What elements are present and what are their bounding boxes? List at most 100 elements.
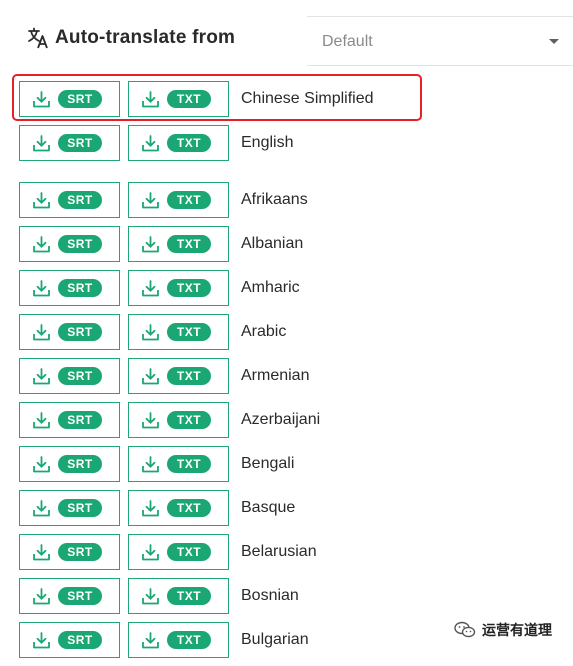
srt-badge: SRT — [58, 323, 102, 341]
download-txt-button[interactable]: TXT — [128, 358, 229, 394]
download-icon — [141, 631, 160, 650]
download-icon — [141, 191, 160, 210]
download-srt-button[interactable]: SRT — [19, 226, 120, 262]
srt-badge: SRT — [58, 90, 102, 108]
download-icon — [32, 543, 51, 562]
download-txt-button[interactable]: TXT — [128, 314, 229, 350]
language-row: SRT TXT Amharic — [19, 270, 573, 306]
language-label: Chinese Simplified — [241, 90, 374, 107]
caret-down-icon — [549, 39, 559, 44]
language-label: Arabic — [241, 323, 287, 340]
download-icon — [141, 90, 160, 109]
srt-badge: SRT — [58, 191, 102, 209]
download-icon — [141, 235, 160, 254]
download-txt-button[interactable]: TXT — [128, 578, 229, 614]
txt-badge: TXT — [167, 631, 211, 649]
srt-badge: SRT — [58, 279, 102, 297]
language-label: Belarusian — [241, 543, 317, 560]
txt-badge: TXT — [167, 90, 211, 108]
srt-badge: SRT — [58, 367, 102, 385]
download-srt-button[interactable]: SRT — [19, 402, 120, 438]
download-icon — [32, 631, 51, 650]
language-row: SRT TXT Albanian — [19, 226, 573, 262]
language-label: Amharic — [241, 279, 300, 296]
language-label: Afrikaans — [241, 191, 308, 208]
download-txt-button[interactable]: TXT — [128, 182, 229, 218]
language-list: SRT TXT Chinese Simplified SRT TXT English SRT… — [19, 81, 573, 666]
download-srt-button[interactable]: SRT — [19, 270, 120, 306]
language-label: Azerbaijani — [241, 411, 321, 428]
watermark: 运营有道理 — [450, 618, 556, 642]
download-txt-button[interactable]: TXT — [128, 270, 229, 306]
srt-badge: SRT — [58, 455, 102, 473]
download-icon — [141, 543, 160, 562]
txt-badge: TXT — [167, 543, 211, 561]
download-txt-button[interactable]: TXT — [128, 534, 229, 570]
download-txt-button[interactable]: TXT — [128, 490, 229, 526]
download-txt-button[interactable]: TXT — [128, 226, 229, 262]
language-row: SRT TXT Arabic — [19, 314, 573, 350]
download-icon — [141, 134, 160, 153]
source-language-select[interactable]: Default — [307, 16, 573, 66]
download-icon — [141, 367, 160, 386]
download-txt-button[interactable]: TXT — [128, 402, 229, 438]
download-srt-button[interactable]: SRT — [19, 81, 120, 117]
download-icon — [32, 90, 51, 109]
txt-badge: TXT — [167, 323, 211, 341]
language-row: SRT TXT Afrikaans — [19, 182, 573, 218]
header-title-group: Auto-translate from — [27, 26, 235, 50]
download-srt-button[interactable]: SRT — [19, 358, 120, 394]
txt-badge: TXT — [167, 235, 211, 253]
page-title: Auto-translate from — [55, 27, 236, 48]
download-icon — [32, 323, 51, 342]
language-label: Albanian — [241, 235, 304, 252]
download-icon — [141, 279, 160, 298]
translate-icon — [27, 26, 49, 50]
download-icon — [141, 499, 160, 518]
txt-badge: TXT — [167, 587, 211, 605]
download-srt-button[interactable]: SRT — [19, 446, 120, 482]
txt-badge: TXT — [167, 499, 211, 517]
download-icon — [141, 411, 160, 430]
srt-badge: SRT — [58, 631, 102, 649]
srt-badge: SRT — [58, 411, 102, 429]
download-txt-button[interactable]: TXT — [128, 446, 229, 482]
language-row: SRT TXT Armenian — [19, 358, 573, 394]
select-value: Default — [322, 33, 373, 50]
download-icon — [141, 587, 160, 606]
language-label: Bengali — [241, 455, 295, 472]
language-row: SRT TXT Bosnian — [19, 578, 573, 614]
download-txt-button[interactable]: TXT — [128, 125, 229, 161]
download-srt-button[interactable]: SRT — [19, 182, 120, 218]
txt-badge: TXT — [167, 191, 211, 209]
download-icon — [32, 235, 51, 254]
txt-badge: TXT — [167, 134, 211, 152]
download-icon — [141, 455, 160, 474]
language-label: Bosnian — [241, 587, 299, 604]
download-icon — [32, 455, 51, 474]
srt-badge: SRT — [58, 134, 102, 152]
srt-badge: SRT — [58, 235, 102, 253]
language-label: English — [241, 134, 294, 151]
download-icon — [32, 279, 51, 298]
download-srt-button[interactable]: SRT — [19, 490, 120, 526]
download-icon — [141, 323, 160, 342]
watermark-text: 运营有道理 — [482, 622, 552, 638]
download-icon — [32, 411, 51, 430]
language-label: Bulgarian — [241, 631, 309, 648]
download-srt-button[interactable]: SRT — [19, 314, 120, 350]
download-txt-button[interactable]: TXT — [128, 81, 229, 117]
download-icon — [32, 191, 51, 210]
header: Auto-translate from Default — [0, 0, 573, 70]
language-row: SRT TXT Bengali — [19, 446, 573, 482]
language-label: Basque — [241, 499, 296, 516]
download-srt-button[interactable]: SRT — [19, 125, 120, 161]
download-icon — [32, 499, 51, 518]
download-srt-button[interactable]: SRT — [19, 534, 120, 570]
language-row: SRT TXT Belarusian — [19, 534, 573, 570]
srt-badge: SRT — [58, 587, 102, 605]
download-srt-button[interactable]: SRT — [19, 578, 120, 614]
txt-badge: TXT — [167, 455, 211, 473]
language-row: SRT TXT Basque — [19, 490, 573, 526]
txt-badge: TXT — [167, 367, 211, 385]
